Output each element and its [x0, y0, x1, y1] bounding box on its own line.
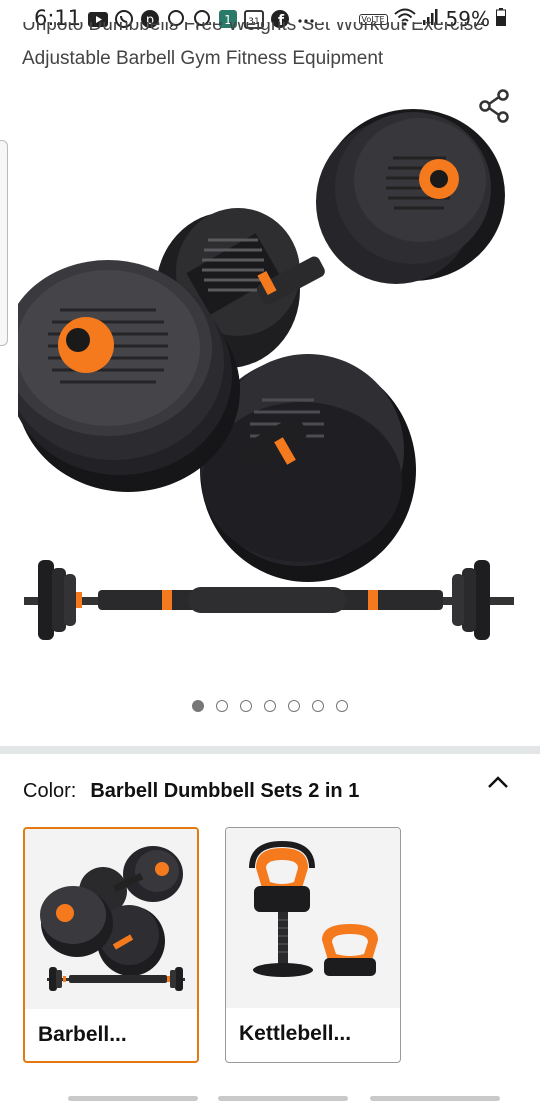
carousel-dot[interactable] — [336, 700, 348, 712]
variation-option-label: Barbell... — [38, 1023, 127, 1046]
variation-option-label: Kettlebell... — [239, 1022, 352, 1045]
variation-header[interactable]: Color: Barbell Dumbbell Sets 2 in 1 — [23, 776, 518, 806]
scroll-hint — [68, 1096, 198, 1101]
color-label: Color: — [23, 779, 77, 802]
carousel-dot[interactable] — [288, 700, 300, 712]
collapse-button[interactable] — [485, 772, 511, 792]
edge-panel-handle[interactable] — [0, 140, 8, 346]
carousel-dot[interactable] — [312, 700, 324, 712]
product-title-line1: Unpoto Dumbbells Free Weights Set Workou… — [22, 22, 484, 35]
share-button[interactable] — [476, 88, 512, 124]
carousel-dot[interactable] — [264, 700, 276, 712]
share-icon — [479, 89, 509, 123]
variation-option-image — [25, 829, 197, 1009]
image-carousel-dots[interactable] — [0, 700, 540, 712]
variation-option-barbell[interactable]: Barbell... — [23, 827, 199, 1063]
scroll-hint — [370, 1096, 500, 1101]
carousel-dot[interactable] — [240, 700, 252, 712]
color-selected-value: Barbell Dumbbell Sets 2 in 1 — [90, 779, 360, 802]
section-divider — [0, 746, 540, 754]
product-title-line1-clip: Unpoto Dumbbells Free Weights Set Workou… — [22, 22, 522, 40]
product-title-line2: Adjustable Barbell Gym Fitness Equipment — [22, 48, 384, 69]
carousel-dot[interactable] — [216, 700, 228, 712]
variation-option-image — [226, 828, 400, 1008]
carousel-dot[interactable] — [192, 700, 204, 712]
chevron-up-icon — [488, 776, 508, 788]
variation-option-kettlebell[interactable]: Kettlebell... — [225, 827, 401, 1063]
scroll-hint — [218, 1096, 348, 1101]
product-image[interactable] — [4, 100, 522, 660]
bottom-scroll-hints — [0, 1093, 540, 1103]
